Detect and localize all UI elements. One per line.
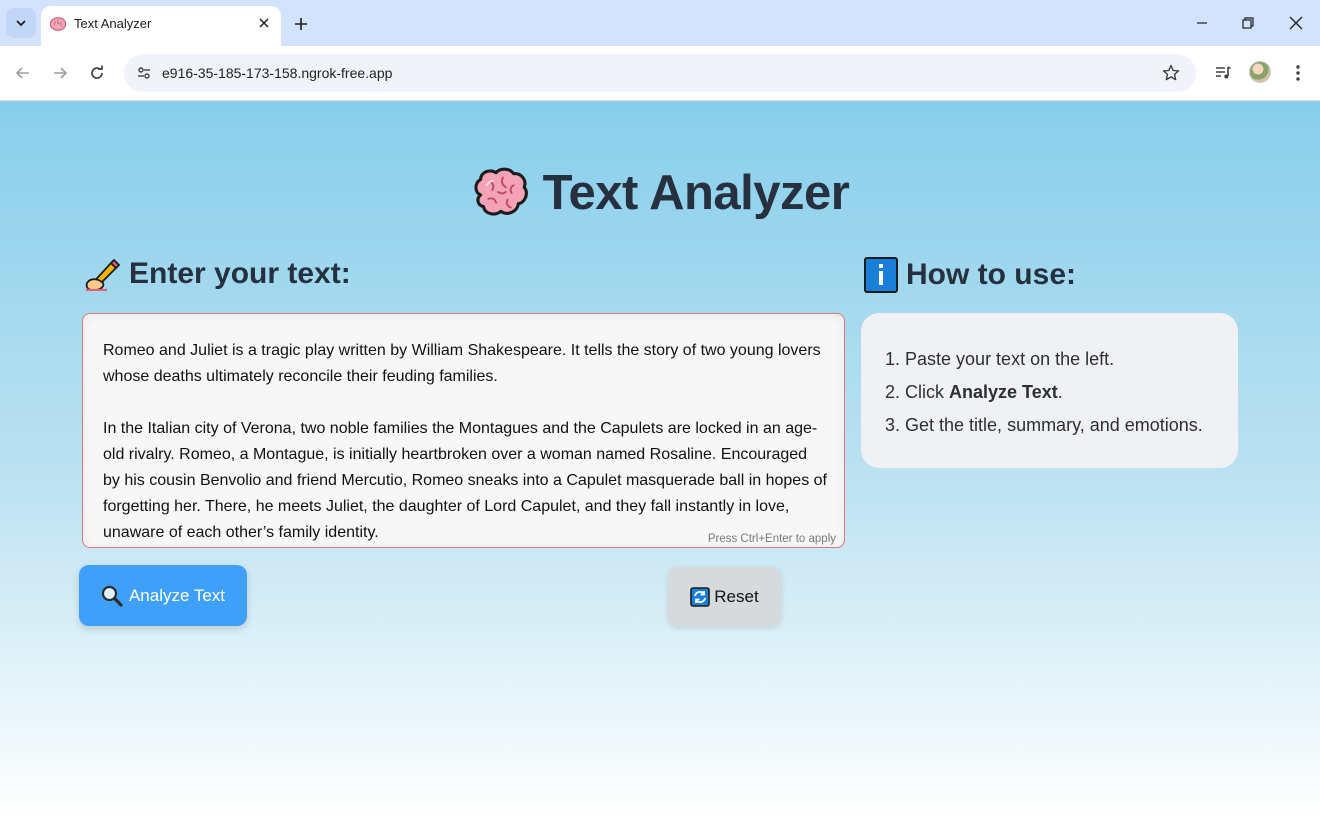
list-item: 2. Click Analyze Text. (885, 376, 1203, 409)
how-to-use-card: 1. Paste your text on the left. 2. Click… (861, 313, 1238, 468)
tab-close-button[interactable] (255, 14, 273, 32)
app-title-text: Text Analyzer (542, 166, 850, 220)
queue-music-icon (1216, 66, 1231, 79)
text-paragraph: Romeo and Juliet is a tragic play writte… (103, 342, 821, 385)
tune-icon (138, 67, 150, 79)
input-heading-text: Enter your text: (129, 257, 351, 290)
forward-button[interactable] (48, 61, 72, 85)
arrow-right-icon (54, 67, 68, 79)
how-to-use-list: 1. Paste your text on the left. 2. Click… (885, 343, 1203, 442)
magnifier-icon (101, 585, 123, 607)
step2-bold: Analyze Text (949, 382, 1058, 402)
reset-button[interactable]: Reset (668, 567, 781, 626)
reload-icon (91, 65, 103, 79)
list-item: 1. Paste your text on the left. (885, 349, 1115, 369)
analyze-text-button[interactable]: Analyze Text (79, 565, 247, 626)
back-button[interactable] (11, 61, 35, 85)
url-text[interactable]: e916-35-185-173-158.ngrok-free.app (162, 65, 392, 81)
restore-icon (1242, 17, 1254, 29)
restore-button[interactable] (1235, 10, 1261, 36)
address-bar[interactable]: e916-35-185-173-158.ngrok-free.app (124, 54, 1196, 92)
star-icon (1162, 64, 1180, 81)
text-input-area[interactable]: Romeo and Juliet is a tragic play writte… (82, 313, 845, 548)
info-icon (864, 257, 898, 293)
close-window-button[interactable] (1283, 10, 1309, 36)
info-section-heading: How to use: (864, 257, 1076, 293)
analyze-button-label: Analyze Text (128, 585, 226, 605)
chevron-down-icon (16, 20, 26, 27)
bookmark-button[interactable] (1160, 62, 1182, 84)
new-tab-button[interactable] (290, 13, 312, 35)
text-paragraph: In the Italian city of Verona, two noble… (103, 420, 827, 541)
reset-button-label: Reset (714, 586, 759, 606)
browser-tab-bar: Text Analyzer (0, 0, 1320, 46)
brain-icon (474, 167, 528, 216)
app-page: Text Analyzer Enter your text: How to us… (0, 101, 1320, 817)
page-title: Text Analyzer (0, 165, 1320, 221)
browser-toolbar: e916-35-185-173-158.ngrok-free.app (0, 46, 1320, 101)
reload-button[interactable] (85, 61, 109, 85)
tab-title: Text Analyzer (74, 16, 152, 31)
textarea-hint: Press Ctrl+Enter to apply (707, 533, 836, 545)
close-icon (259, 18, 269, 28)
browser-tab[interactable]: Text Analyzer (41, 6, 281, 46)
minimize-icon (1197, 22, 1207, 24)
media-control-button[interactable] (1211, 61, 1235, 85)
arrow-left-icon (15, 67, 29, 79)
site-info-button[interactable] (132, 61, 156, 85)
refresh-icon (690, 586, 711, 607)
step2-prefix: 2. Click (885, 382, 950, 402)
text-input-content[interactable]: Romeo and Juliet is a tragic play writte… (103, 338, 828, 547)
tab-search-button[interactable] (6, 8, 36, 38)
browser-menu-button[interactable] (1286, 61, 1310, 85)
profile-avatar[interactable] (1249, 61, 1271, 83)
more-vert-icon (1296, 65, 1300, 81)
plus-icon (295, 18, 307, 30)
writing-hand-icon (85, 258, 121, 291)
step2-suffix: . (1057, 382, 1063, 402)
minimize-button[interactable] (1189, 10, 1215, 36)
input-section-heading: Enter your text: (85, 257, 351, 291)
info-heading-text: How to use: (906, 258, 1076, 291)
list-item: 3. Get the title, summary, and emotions. (885, 415, 1203, 435)
close-icon (1289, 16, 1303, 30)
brain-icon (49, 17, 67, 31)
